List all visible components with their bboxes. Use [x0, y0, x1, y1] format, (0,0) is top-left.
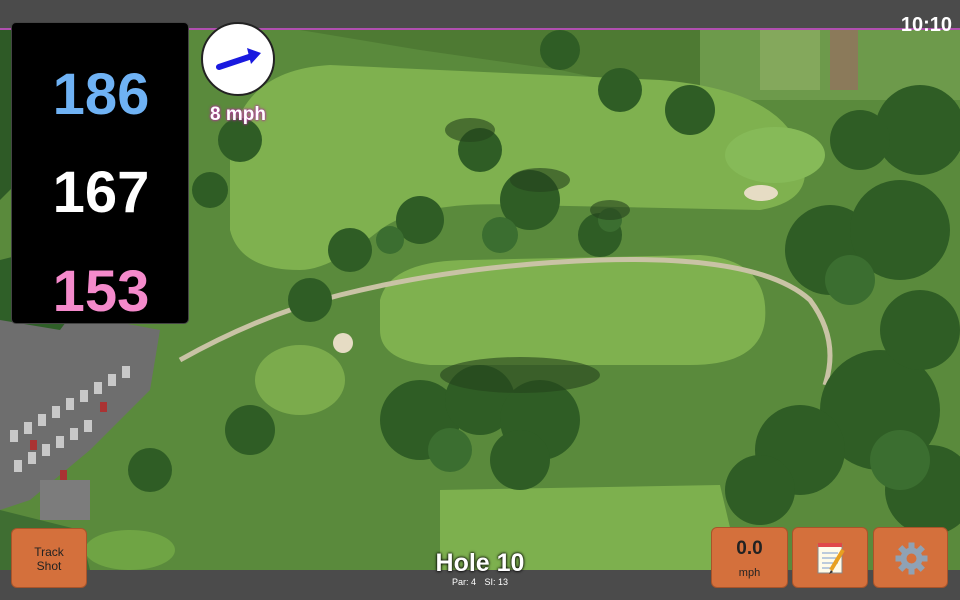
- arrow-up-right-icon: [216, 48, 261, 70]
- distance-panel: 186 167 153: [11, 22, 189, 324]
- wind-speed-button[interactable]: 0.0 mph: [711, 527, 788, 588]
- track-shot-line2: Shot: [36, 559, 62, 573]
- wind-direction-indicator: [201, 22, 275, 96]
- settings-button[interactable]: [873, 527, 948, 588]
- front-distance: 153: [52, 259, 150, 324]
- hole-title: Hole 10: [435, 549, 525, 577]
- track-shot-label: Track Shot: [12, 529, 86, 573]
- back-distance: 186: [52, 62, 150, 127]
- hole-info: Par: 4 SI: 13: [400, 577, 560, 587]
- wind-button-unit: mph: [738, 567, 761, 579]
- notes-button[interactable]: [792, 527, 868, 588]
- track-shot-line1: Track: [34, 545, 64, 559]
- wind-button-value: 0.0: [736, 538, 763, 559]
- track-shot-button[interactable]: Track Shot: [11, 528, 87, 588]
- gear-icon: [895, 542, 928, 575]
- notepad-icon: [817, 543, 845, 574]
- wind-speed-label: 8 mph: [210, 104, 266, 125]
- hole-stroke-index: SI: 13: [484, 577, 509, 587]
- hole-par: Par: 4: [451, 577, 476, 587]
- middle-distance: 167: [52, 160, 150, 225]
- clock: 10:10: [900, 14, 952, 36]
